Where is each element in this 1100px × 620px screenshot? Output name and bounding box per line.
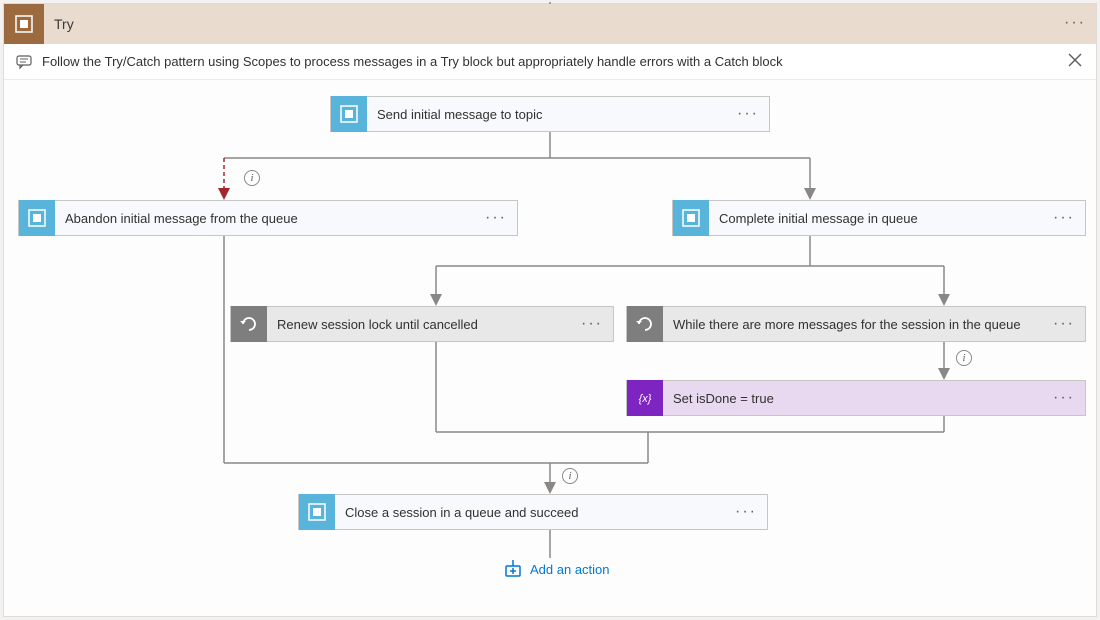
comment-icon [16, 54, 32, 70]
workflow-canvas: Send initial message to topic ··· Abando… [4, 80, 1096, 616]
description-bar: Follow the Try/Catch pattern using Scope… [4, 44, 1096, 80]
node-label: Abandon initial message from the queue [55, 211, 475, 226]
node-complete[interactable]: Complete initial message in queue ··· [672, 200, 1086, 236]
add-step-icon [504, 560, 522, 578]
add-action-button[interactable]: Add an action [504, 560, 610, 578]
scope-title: Try [44, 16, 74, 32]
node-menu[interactable]: ··· [727, 105, 769, 123]
node-menu[interactable]: ··· [1043, 389, 1085, 407]
node-label: Set isDone = true [663, 391, 1043, 406]
servicebus-icon [673, 200, 709, 236]
node-set-isdone[interactable]: {x} Set isDone = true ··· [626, 380, 1086, 416]
node-abandon[interactable]: Abandon initial message from the queue ·… [18, 200, 518, 236]
info-icon[interactable]: i [244, 170, 260, 186]
servicebus-icon [331, 96, 367, 132]
servicebus-icon [19, 200, 55, 236]
node-while[interactable]: While there are more messages for the se… [626, 306, 1086, 342]
scope-icon [4, 4, 44, 44]
svg-text:{x}: {x} [639, 393, 652, 405]
node-menu[interactable]: ··· [571, 315, 613, 333]
scope-header[interactable]: Try ··· [4, 4, 1096, 44]
node-label: Complete initial message in queue [709, 211, 1043, 226]
loop-icon [627, 306, 663, 342]
node-renew[interactable]: Renew session lock until cancelled ··· [230, 306, 614, 342]
node-label: Close a session in a queue and succeed [335, 505, 725, 520]
servicebus-icon [299, 494, 335, 530]
close-icon[interactable] [1068, 53, 1082, 67]
add-action-label: Add an action [530, 562, 610, 577]
node-label: Send initial message to topic [367, 107, 727, 122]
node-menu[interactable]: ··· [475, 209, 517, 227]
info-icon[interactable]: i [956, 350, 972, 366]
node-menu[interactable]: ··· [725, 503, 767, 521]
node-menu[interactable]: ··· [1043, 315, 1085, 333]
node-label: Renew session lock until cancelled [267, 317, 571, 332]
loop-icon [231, 306, 267, 342]
variable-icon: {x} [627, 380, 663, 416]
node-close-session[interactable]: Close a session in a queue and succeed ·… [298, 494, 768, 530]
node-label: While there are more messages for the se… [663, 317, 1043, 332]
description-text: Follow the Try/Catch pattern using Scope… [42, 54, 783, 69]
node-menu[interactable]: ··· [1043, 209, 1085, 227]
scope-menu[interactable]: ··· [1064, 14, 1086, 32]
info-icon[interactable]: i [562, 468, 578, 484]
node-send-initial[interactable]: Send initial message to topic ··· [330, 96, 770, 132]
connector-lines [4, 80, 1098, 620]
